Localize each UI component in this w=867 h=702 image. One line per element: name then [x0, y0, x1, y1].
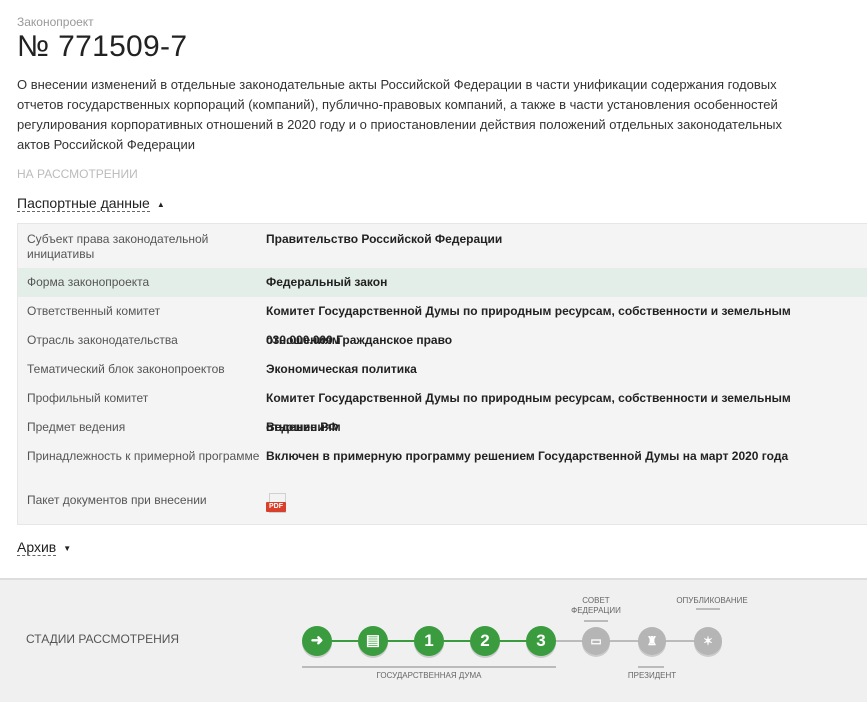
- archive-toggle-label: Архив: [17, 539, 57, 556]
- published-emblem-icon[interactable]: ✶: [694, 627, 722, 655]
- table-row: Субъект права законодательной инициативы…: [18, 232, 867, 268]
- table-row: Принадлежность к примерной программе Вкл…: [18, 449, 867, 485]
- pdf-document-icon[interactable]: PDF: [266, 493, 286, 515]
- row-key: Форма законопроекта: [27, 275, 150, 289]
- caret-up-icon: ▲: [156, 199, 165, 209]
- stage-3-step[interactable]: 3: [526, 626, 556, 656]
- row-key: Принадлежность к примерной программе: [27, 449, 260, 463]
- table-row: Предмет ведения Ведение РФ: [18, 413, 867, 442]
- federation-council-label: СОВЕТ ФЕДЕРАЦИИ: [571, 596, 621, 615]
- arrow-right-icon[interactable]: ➜: [302, 626, 332, 656]
- published-label: ОПУБЛИКОВАНИЕ: [676, 596, 748, 605]
- archive-toggle[interactable]: Архив ▼: [17, 539, 72, 556]
- table-row: Ответственный комитет Комитет Государств…: [18, 297, 867, 347]
- stage-1-step[interactable]: 1: [414, 626, 444, 656]
- federation-council-bracket: [584, 620, 608, 622]
- duma-bracket: [302, 666, 556, 668]
- row-key: Субъект права законодательной инициативы: [27, 232, 209, 261]
- pending-track: [540, 640, 710, 642]
- stage-2-step[interactable]: 2: [470, 626, 500, 656]
- bill-description: О внесении изменений в отдельные законод…: [17, 77, 783, 152]
- bill-number: № 771509-7: [17, 30, 188, 63]
- table-row: Форма законопроекта Федеральный закон: [18, 268, 867, 297]
- table-row: Отрасль законодательства 030.000.000 Гра…: [18, 326, 867, 355]
- row-value: Экономическая политика: [266, 362, 417, 376]
- president-label: ПРЕЗИДЕНТ: [627, 671, 677, 680]
- row-value: 030.000.000 Гражданское право: [266, 333, 453, 347]
- federation-council-icon[interactable]: ▭: [582, 627, 610, 655]
- bill-overline: Законопроект: [17, 15, 94, 29]
- row-value: Включен в примерную программу решением Г…: [266, 449, 789, 463]
- row-value: Федеральный закон: [266, 275, 388, 289]
- caret-down-icon: ▼: [63, 543, 72, 553]
- row-value: Ведение РФ: [266, 420, 339, 434]
- duma-label: ГОСУДАРСТВЕННАЯ ДУМА: [376, 671, 482, 680]
- row-key: Пакет документов при внесении: [27, 493, 207, 507]
- pdf-icon-label: PDF: [266, 502, 286, 512]
- stages-panel: СТАДИИ РАССМОТРЕНИЯ ➜ ▤ 1 2 3 ▭ ♜ ✶ СОВЕ…: [0, 578, 867, 702]
- row-value: Комитет Государственной Думы по природны…: [266, 391, 791, 434]
- row-key: Предмет ведения: [27, 420, 126, 434]
- row-key: Отрасль законодательства: [27, 333, 178, 347]
- passport-toggle[interactable]: Паспортные данные ▲: [17, 195, 165, 212]
- document-list-icon[interactable]: ▤: [358, 626, 388, 656]
- passport-toggle-label: Паспортные данные: [17, 195, 150, 212]
- passport-table: Субъект права законодательной инициативы…: [17, 223, 867, 525]
- table-row: Тематический блок законопроектов Экономи…: [18, 355, 867, 384]
- row-key: Тематический блок законопроектов: [27, 362, 225, 376]
- row-key: Ответственный комитет: [27, 304, 161, 318]
- row-value: PDF: [266, 493, 867, 521]
- status-label: НА РАССМОТРЕНИИ: [17, 167, 138, 181]
- published-bracket: [696, 608, 720, 610]
- table-row: Пакет документов при внесении PDF: [18, 493, 867, 521]
- stages-label: СТАДИИ РАССМОТРЕНИЯ: [26, 632, 180, 646]
- row-key: Профильный комитет: [27, 391, 149, 405]
- row-value: Комитет Государственной Думы по природны…: [266, 304, 791, 347]
- table-row: Профильный комитет Комитет Государственн…: [18, 384, 867, 434]
- row-value: Правительство Российской Федерации: [266, 232, 503, 246]
- president-bracket: [638, 666, 664, 668]
- president-icon[interactable]: ♜: [638, 627, 666, 655]
